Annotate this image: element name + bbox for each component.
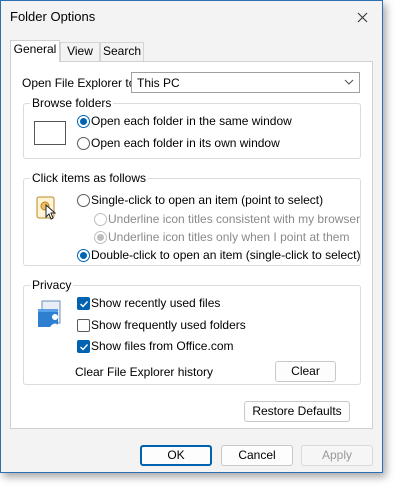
tab-search[interactable]: Search — [100, 42, 144, 61]
checkbox-recent-files[interactable] — [77, 297, 90, 310]
cancel-button[interactable]: Cancel — [221, 445, 293, 466]
radio-own-window[interactable] — [77, 137, 90, 150]
ok-button[interactable]: OK — [140, 445, 212, 466]
privacy-title: Privacy — [30, 278, 74, 292]
open-explorer-select[interactable]: This PC — [131, 72, 360, 93]
clear-button[interactable]: Clear — [275, 361, 336, 382]
cancel-button-label: Cancel — [238, 448, 276, 462]
radio-single-click[interactable] — [77, 194, 90, 207]
tab-view-label: View — [67, 44, 93, 58]
folder-options-dialog: Folder Options General View Search Open … — [0, 0, 383, 473]
ok-button-label: OK — [167, 448, 185, 462]
window-icon — [34, 121, 66, 145]
option-recent-files-label: Show recently used files — [91, 296, 221, 310]
open-explorer-label: Open File Explorer to: — [22, 76, 139, 90]
window-title: Folder Options — [10, 9, 96, 24]
option-frequent-folders-label: Show frequently used folders — [91, 318, 246, 332]
radio-underline-browser[interactable] — [94, 213, 107, 226]
close-icon — [357, 12, 367, 22]
close-button[interactable] — [348, 4, 376, 30]
option-underline-browser-label: Underline icon titles consistent with my… — [108, 212, 361, 226]
radio-same-window[interactable] — [77, 115, 90, 128]
apply-button-label: Apply — [321, 448, 353, 462]
radio-double-click[interactable] — [77, 249, 90, 262]
click-items-title: Click items as follows — [30, 171, 149, 185]
tab-search-label: Search — [102, 44, 142, 58]
restore-defaults-button[interactable]: Restore Defaults — [244, 401, 350, 422]
option-underline-point-label: Underline icon titles only when I point … — [108, 230, 350, 244]
option-same-window-label: Open each folder in the same window — [91, 114, 292, 128]
chevron-down-icon — [344, 79, 354, 85]
apply-button[interactable]: Apply — [301, 445, 373, 466]
tab-view[interactable]: View — [60, 42, 100, 61]
click-pointer-icon — [36, 196, 57, 220]
option-office-files-label: Show files from Office.com — [91, 339, 234, 353]
privacy-folder-icon — [38, 300, 61, 327]
clear-history-label: Clear File Explorer history — [75, 365, 214, 379]
general-tab-panel: Open File Explorer to: This PC Browse fo… — [10, 61, 373, 429]
browse-folders-group: Browse folders Open each folder in the s… — [23, 96, 361, 159]
clear-button-label: Clear — [291, 364, 320, 378]
privacy-group: Privacy Show recently used files Show fr… — [23, 278, 361, 385]
tab-general[interactable]: General — [10, 40, 60, 62]
option-double-click-label: Double-click to open an item (single-cli… — [91, 248, 361, 262]
option-single-click-label: Single-click to open an item (point to s… — [91, 193, 324, 207]
browse-folders-title: Browse folders — [30, 96, 114, 110]
radio-underline-point[interactable] — [94, 231, 107, 244]
title-bar: Folder Options — [1, 1, 382, 33]
click-items-group: Click items as follows Single-click to o… — [23, 171, 361, 266]
tab-general-label: General — [13, 42, 57, 56]
checkbox-office-files[interactable] — [77, 340, 90, 353]
option-own-window-label: Open each folder in its own window — [91, 136, 280, 150]
restore-defaults-label: Restore Defaults — [252, 404, 342, 418]
open-explorer-value: This PC — [137, 76, 180, 90]
checkbox-frequent-folders[interactable] — [77, 319, 90, 332]
